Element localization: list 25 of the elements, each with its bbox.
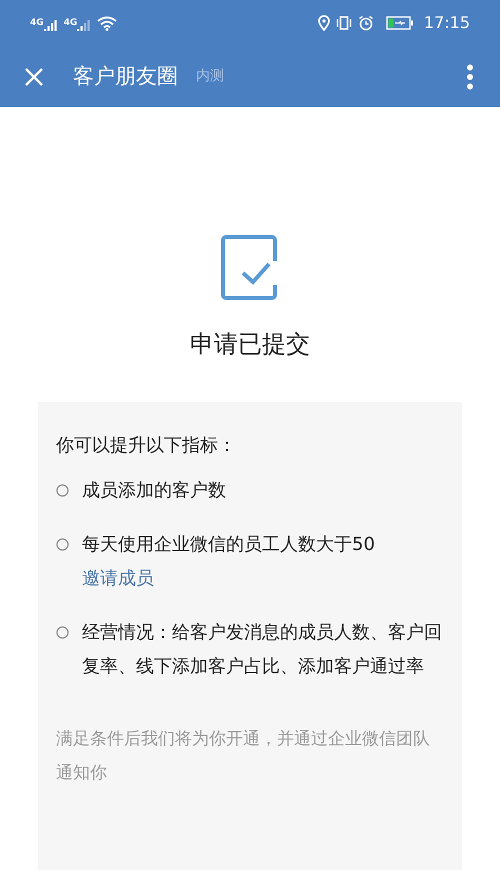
close-icon bbox=[24, 66, 44, 86]
intro-text: 你可以提升以下指标： bbox=[56, 434, 237, 458]
bullet-circle-icon bbox=[56, 484, 69, 497]
signal-icon bbox=[77, 18, 92, 30]
wifi-icon bbox=[97, 16, 118, 30]
bullet-circle-icon bbox=[56, 538, 69, 551]
metric-text: 每天使用企业微信的员工人数大于50 bbox=[82, 533, 375, 557]
page-title: 客户朋友圈 bbox=[73, 62, 178, 90]
network-label: 4G bbox=[64, 18, 78, 28]
metric-text: 成员添加的客户数 bbox=[82, 479, 226, 503]
beta-label: 内测 bbox=[196, 67, 224, 86]
alarm-icon bbox=[358, 15, 374, 31]
signal-icon bbox=[44, 18, 58, 30]
vibrate-icon bbox=[336, 15, 352, 31]
network-label: 4G bbox=[30, 18, 44, 28]
more-icon bbox=[466, 64, 474, 90]
status-title: 申请已提交 bbox=[190, 329, 310, 360]
location-icon bbox=[318, 15, 330, 31]
battery-icon bbox=[386, 16, 414, 30]
note-text: 满足条件后我们将为你开通，并通过企业微信团队通知你 bbox=[56, 728, 431, 785]
metric-text: 经营情况：给客户发消息的成员人数、客户回复率、线下添加客户占比、添加客户通过率 bbox=[82, 621, 443, 679]
invite-link[interactable]: 邀请成员 bbox=[82, 562, 154, 596]
submitted-check-icon bbox=[221, 235, 279, 300]
bullet-circle-icon bbox=[56, 626, 69, 639]
clock-time: 17:15 bbox=[424, 12, 470, 34]
